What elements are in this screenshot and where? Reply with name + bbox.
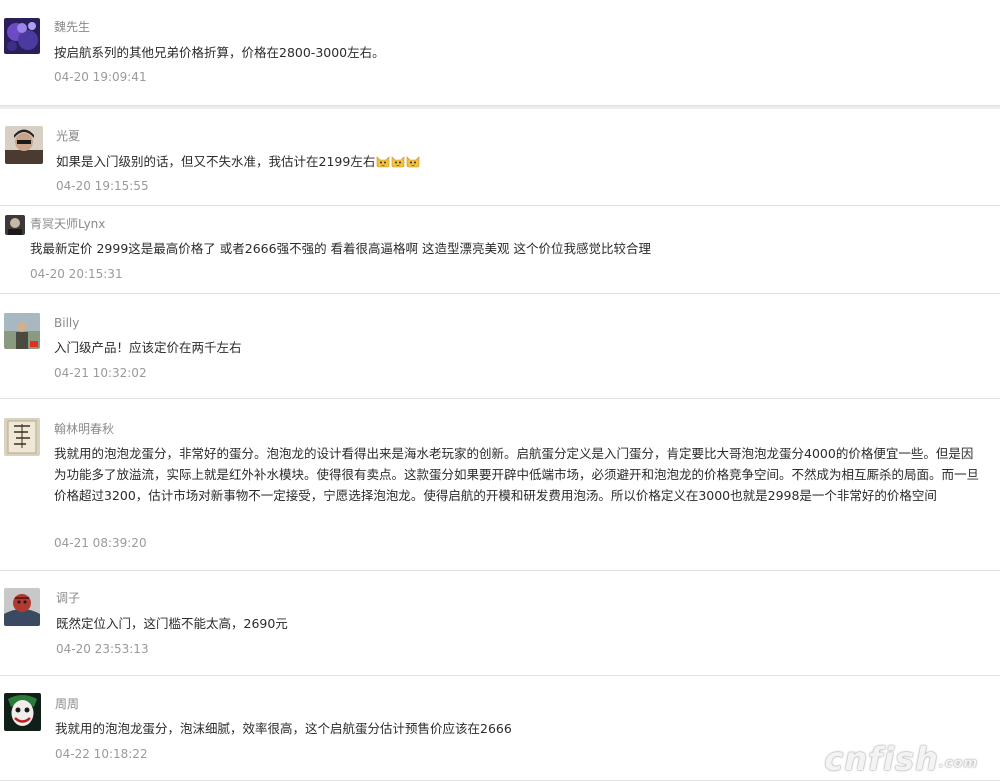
- avatar[interactable]: [4, 313, 40, 349]
- avatar[interactable]: [4, 588, 40, 626]
- divider: [0, 293, 1000, 294]
- divider: [0, 205, 1000, 206]
- username[interactable]: 调子: [56, 590, 80, 606]
- username[interactable]: 翰林明春秋: [54, 421, 114, 437]
- timestamp: 04-20 23:53:13: [56, 642, 149, 656]
- divider: [0, 780, 1000, 781]
- comment-text: 按启航系列的其他兄弟价格折算，价格在2800-3000左右。: [54, 45, 385, 60]
- divider: [0, 105, 1000, 109]
- site-watermark: cnfish.com: [824, 740, 978, 778]
- divider: [0, 398, 1000, 399]
- timestamp: 04-21 08:39:20: [54, 536, 147, 550]
- avatar[interactable]: [5, 215, 25, 235]
- timestamp: 04-20 19:15:55: [56, 179, 149, 193]
- avatar[interactable]: [4, 18, 40, 54]
- timestamp: 04-21 10:32:02: [54, 366, 147, 380]
- cat-emoji-icon: [377, 156, 390, 168]
- comment-text: 我就用的泡泡龙蛋分，泡沫细腻，效率很高，这个启航蛋分估计预售价应该在2666: [55, 721, 512, 736]
- cat-emoji-icon: [407, 156, 420, 168]
- watermark-text: cnfish: [824, 740, 939, 778]
- avatar[interactable]: [4, 693, 41, 731]
- username[interactable]: 光夏: [56, 128, 80, 144]
- timestamp: 04-20 20:15:31: [30, 267, 123, 281]
- comment-text: 入门级产品！应该定价在两千左右: [54, 340, 242, 355]
- comment-text: 既然定位入门，这门槛不能太高，2690元: [56, 616, 288, 631]
- username[interactable]: 青冥天师Lynx: [30, 216, 105, 232]
- username[interactable]: Billy: [54, 315, 79, 331]
- divider: [0, 570, 1000, 571]
- username[interactable]: 魏先生: [54, 19, 90, 35]
- watermark-suffix: .com: [938, 756, 978, 771]
- username[interactable]: 周周: [55, 696, 79, 712]
- comment-text: 如果是入门级别的话，但又不失水准，我估计在2199左右: [56, 151, 956, 172]
- divider: [0, 675, 1000, 676]
- avatar[interactable]: [5, 126, 43, 164]
- comment-text: 我就用的泡泡龙蛋分，非常好的蛋分。泡泡龙的设计看得出来是海水老玩家的创新。启航蛋…: [54, 446, 980, 503]
- comment-text: 我最新定价 2999这是最高价格了 或者2666强不强的 看着很高逼格啊 这造型…: [30, 241, 651, 256]
- avatar[interactable]: [4, 418, 40, 456]
- comment-text-content: 如果是入门级别的话，但又不失水准，我估计在2199左右: [56, 154, 376, 169]
- timestamp: 04-20 19:09:41: [54, 70, 147, 84]
- cat-emoji-icon: [392, 156, 405, 168]
- timestamp: 04-22 10:18:22: [55, 747, 148, 761]
